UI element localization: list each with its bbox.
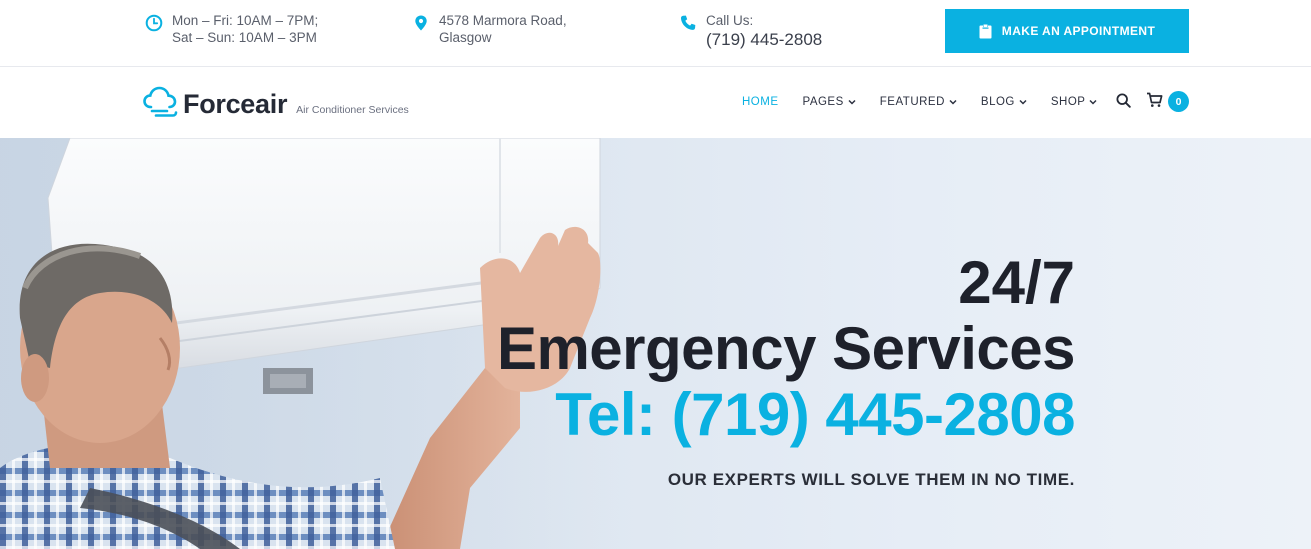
hero-text-block: 24/7 Emergency Services Tel: (719) 445-2…: [496, 249, 1076, 490]
nav-item-label: HOME: [742, 96, 779, 108]
hero-subtitle: OUR EXPERTS WILL SOLVE THEM IN NO TIME.: [667, 470, 1075, 489]
make-appointment-button[interactable]: MAKE AN APPOINTMENT: [945, 9, 1189, 53]
call-us: Call Us: (719) 445-2808: [679, 12, 822, 50]
search-icon[interactable]: [1116, 93, 1131, 108]
top-info-bar: Mon – Fri: 10AM – 7PM; Sat – Sun: 10AM –…: [0, 0, 1311, 67]
chevron-down-icon: [1019, 99, 1027, 105]
phone-icon: [680, 15, 696, 30]
cloud-logo-icon: [143, 86, 178, 117]
address-street: 4578 Marmora Road,: [439, 13, 567, 28]
nav-item-label: PAGES: [802, 96, 844, 108]
clipboard-icon: [979, 23, 992, 38]
chevron-down-icon: [1089, 99, 1097, 105]
hours-weekend: Sat – Sun: 10AM – 3PM: [172, 30, 317, 45]
nav-item-label: SHOP: [1050, 96, 1086, 108]
nav-item-featured[interactable]: FEATURED: [880, 96, 957, 108]
call-us-label: Call Us:: [706, 13, 754, 28]
cart-count-badge[interactable]: 0: [1168, 91, 1189, 112]
address-city: Glasgow: [439, 30, 492, 45]
map-pin-icon: [415, 15, 427, 31]
clock-icon: [145, 14, 163, 32]
nav-menu: HOME PAGES FEATURED BLOG SHOP: [742, 96, 1121, 108]
nav-item-blog[interactable]: BLOG: [981, 96, 1027, 108]
phone-number[interactable]: (719) 445-2808: [706, 29, 822, 50]
cart-icon[interactable]: [1146, 92, 1163, 108]
hero-heading-24-7: 24/7: [958, 249, 1075, 316]
hero-banner: 24/7 Emergency Services Tel: (719) 445-2…: [0, 138, 1311, 549]
nav-item-label: BLOG: [980, 96, 1015, 108]
make-appointment-label: MAKE AN APPOINTMENT: [1001, 24, 1156, 38]
nav-item-pages[interactable]: PAGES: [803, 96, 856, 108]
nav-item-shop[interactable]: SHOP: [1051, 96, 1098, 108]
nav-item-home[interactable]: HOME: [742, 96, 779, 108]
nav-item-label: FEATURED: [879, 96, 945, 108]
hero-heading-emergency: Emergency Services: [496, 315, 1076, 382]
chevron-down-icon: [949, 99, 957, 105]
logo-name: Forceair: [183, 89, 288, 119]
logo-tagline: Air Conditioner Services: [296, 104, 409, 116]
chevron-down-icon: [848, 99, 856, 105]
site-logo[interactable]: Forceair Air Conditioner Services: [143, 85, 409, 119]
hours-weekdays: Mon – Fri: 10AM – 7PM;: [172, 13, 319, 28]
address: 4578 Marmora Road, Glasgow: [412, 12, 567, 46]
hero-phone[interactable]: Tel: (719) 445-2808: [497, 382, 1075, 448]
opening-hours: Mon – Fri: 10AM – 7PM; Sat – Sun: 10AM –…: [145, 12, 318, 46]
main-navigation: Forceair Air Conditioner Services HOME P…: [0, 67, 1311, 138]
